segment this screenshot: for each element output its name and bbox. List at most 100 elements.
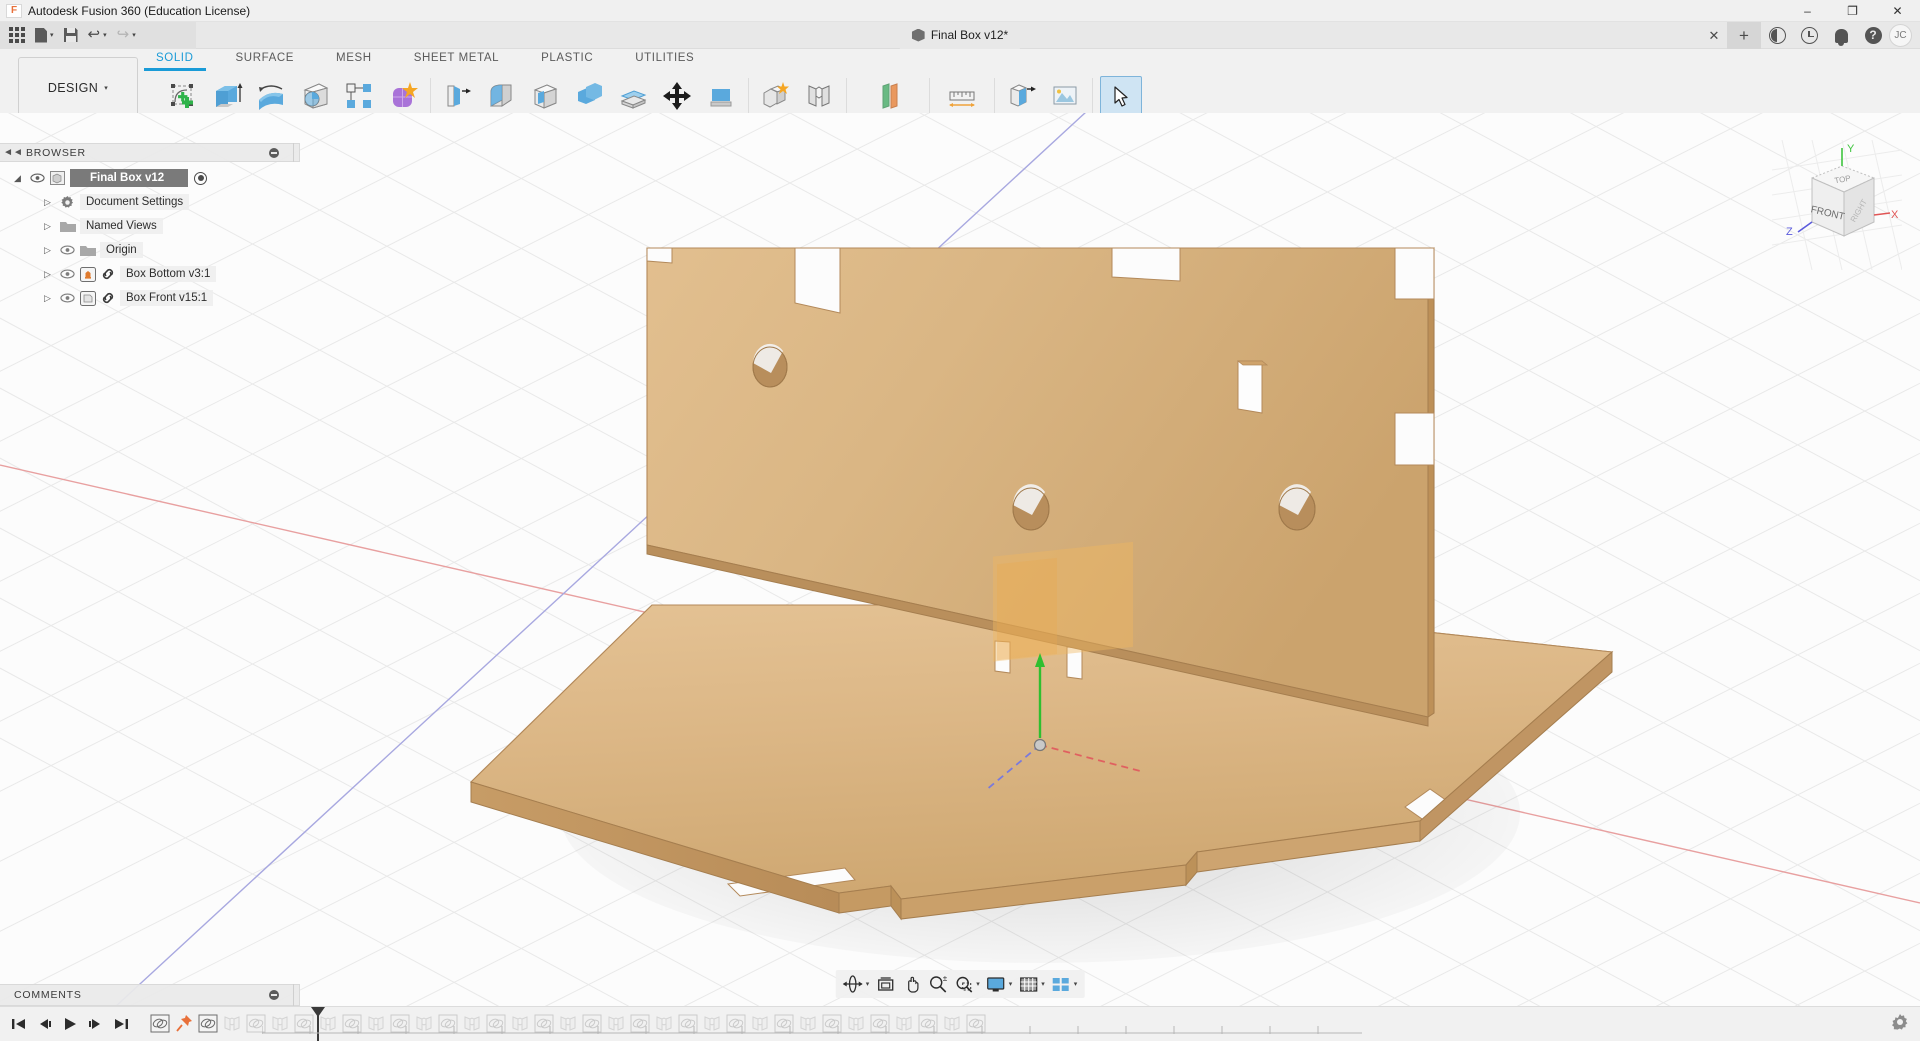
panel-insert-tools (1000, 76, 1086, 116)
pan-button[interactable] (898, 972, 924, 996)
grid-snaps-button[interactable]: ▾ (1015, 972, 1048, 996)
zoom-button[interactable]: ± (924, 972, 950, 996)
link-icon (100, 267, 120, 281)
job-status-button[interactable] (1761, 27, 1793, 44)
fit-zoom-window-button[interactable]: ▾ (950, 972, 983, 996)
offset-face-button[interactable] (612, 76, 654, 116)
go-to-beginning-button[interactable] (6, 1012, 30, 1036)
viewports-button[interactable]: ▾ (1048, 972, 1081, 996)
panel-resize-grip[interactable] (293, 143, 299, 162)
browser-tree: ◢ Final Box v12 ▷ Document Settings ▷ (0, 162, 300, 310)
timeline-feature-pin[interactable] (172, 1013, 196, 1035)
expand-arrow-icon[interactable]: ◢ (14, 173, 30, 184)
tree-item-root[interactable]: ◢ Final Box v12 (0, 166, 300, 190)
document-tab-close-button[interactable]: ✕ (1701, 28, 1727, 44)
notifications-button[interactable] (1825, 29, 1857, 43)
panel-options-icon[interactable] (269, 148, 279, 158)
visibility-eye-icon[interactable] (60, 293, 80, 303)
chevron-down-icon[interactable]: ▾ (976, 980, 980, 988)
joint-button[interactable] (798, 76, 840, 116)
expand-arrow-icon[interactable]: ▷ (44, 221, 60, 232)
align-button[interactable] (700, 76, 742, 116)
axis-y-label: Y (1847, 143, 1855, 155)
chevron-down-icon[interactable]: ▾ (866, 980, 870, 988)
chevron-down-icon[interactable]: ▾ (1074, 980, 1078, 988)
insert-derive-button[interactable] (1000, 76, 1042, 116)
timeline-feature-sketch[interactable] (148, 1013, 172, 1035)
rectangular-pattern-button[interactable] (338, 76, 380, 116)
play-button[interactable] (58, 1012, 82, 1036)
create-sketch-button[interactable] (162, 76, 204, 116)
select-cursor-button[interactable] (1100, 76, 1142, 116)
close-button[interactable]: ✕ (1875, 0, 1920, 22)
new-document-button[interactable]: ▾ (30, 24, 59, 47)
tab-plastic[interactable]: PLASTIC (541, 49, 593, 67)
tree-item-named-views[interactable]: ▷ Named Views (0, 214, 300, 238)
hole-button[interactable] (294, 76, 336, 116)
visibility-eye-icon[interactable] (60, 269, 80, 279)
expand-arrow-icon[interactable]: ▷ (44, 293, 60, 304)
look-at-button[interactable] (872, 972, 898, 996)
view-cube[interactable]: TOP FRONT RIGHT Y X Z (1772, 140, 1902, 270)
display-settings-button[interactable]: ▾ (983, 972, 1016, 996)
tree-item-document-settings[interactable]: ▷ Document Settings (0, 190, 300, 214)
redo-button[interactable]: ↪ ▾ (112, 24, 141, 47)
panel-resize-grip[interactable] (293, 984, 299, 1006)
undo-button[interactable]: ↩ ▾ (83, 24, 112, 47)
comments-panel[interactable]: COMMENTS (0, 984, 300, 1006)
extrude-button[interactable] (206, 76, 248, 116)
measure-button[interactable] (941, 76, 983, 116)
insert-canvas-button[interactable] (1044, 76, 1086, 116)
tab-utilities[interactable]: UTILITIES (635, 49, 694, 67)
form-create-button[interactable] (382, 76, 424, 116)
app-title: Autodesk Fusion 360 (Education License) (28, 4, 250, 18)
activate-component-radio[interactable] (194, 172, 207, 185)
workspace-selector-button[interactable]: DESIGN ▾ (18, 57, 138, 119)
offset-plane-button[interactable] (867, 76, 909, 116)
recent-activity-button[interactable] (1793, 27, 1825, 44)
collapse-left-icon[interactable]: ◄◄ (0, 147, 26, 158)
tab-sheet-metal[interactable]: SHEET METAL (414, 49, 499, 67)
minimize-button[interactable]: – (1785, 0, 1830, 22)
step-back-button[interactable] (32, 1012, 56, 1036)
go-to-end-button[interactable] (110, 1012, 134, 1036)
expand-arrow-icon[interactable]: ▷ (44, 269, 60, 280)
new-tab-button[interactable]: + (1727, 22, 1761, 49)
avatar[interactable]: JC (1889, 24, 1912, 47)
visibility-eye-icon[interactable] (60, 245, 80, 255)
press-pull-button[interactable] (436, 76, 478, 116)
revolve-button[interactable] (250, 76, 292, 116)
tab-surface[interactable]: SURFACE (236, 49, 295, 67)
chevron-down-icon[interactable]: ▾ (1009, 980, 1013, 988)
tree-item-box-bottom[interactable]: ▷ Box Bottom v3:1 (0, 262, 300, 286)
tab-mesh[interactable]: MESH (336, 49, 372, 67)
component-linked-icon (80, 267, 100, 282)
save-button[interactable] (59, 24, 83, 47)
help-button[interactable]: ? (1857, 27, 1889, 44)
fillet-button[interactable] (480, 76, 522, 116)
panel-options-icon[interactable] (269, 990, 279, 1000)
expand-arrow-icon[interactable]: ▷ (44, 245, 60, 256)
timeline-playhead[interactable] (317, 1007, 319, 1041)
timeline-feature-joint[interactable] (220, 1013, 244, 1035)
document-tab[interactable]: Final Box v12* (900, 22, 1020, 49)
tree-item-box-front[interactable]: ▷ Box Front v15:1 (0, 286, 300, 310)
visibility-eye-icon[interactable] (30, 173, 50, 183)
orbit-button[interactable]: ▾ (840, 972, 873, 996)
undo-arrow-icon: ↩ (88, 28, 101, 42)
move-copy-button[interactable] (656, 76, 698, 116)
app-grid-button[interactable] (4, 24, 30, 47)
timeline-settings-button[interactable] (1890, 1012, 1910, 1035)
new-component-button[interactable] (754, 76, 796, 116)
timeline-feature-sketch[interactable] (196, 1013, 220, 1035)
chevron-down-icon[interactable]: ▾ (1041, 980, 1045, 988)
tree-item-origin[interactable]: ▷ Origin (0, 238, 300, 262)
expand-arrow-icon[interactable]: ▷ (44, 197, 60, 208)
shell-button[interactable] (524, 76, 566, 116)
document-tab-title: Final Box v12* (931, 28, 1008, 42)
maximize-button[interactable]: ❐ (1830, 0, 1875, 22)
tab-solid[interactable]: SOLID (156, 49, 194, 67)
step-forward-button[interactable] (84, 1012, 108, 1036)
timeline-features (148, 1007, 988, 1041)
combine-button[interactable] (568, 76, 610, 116)
